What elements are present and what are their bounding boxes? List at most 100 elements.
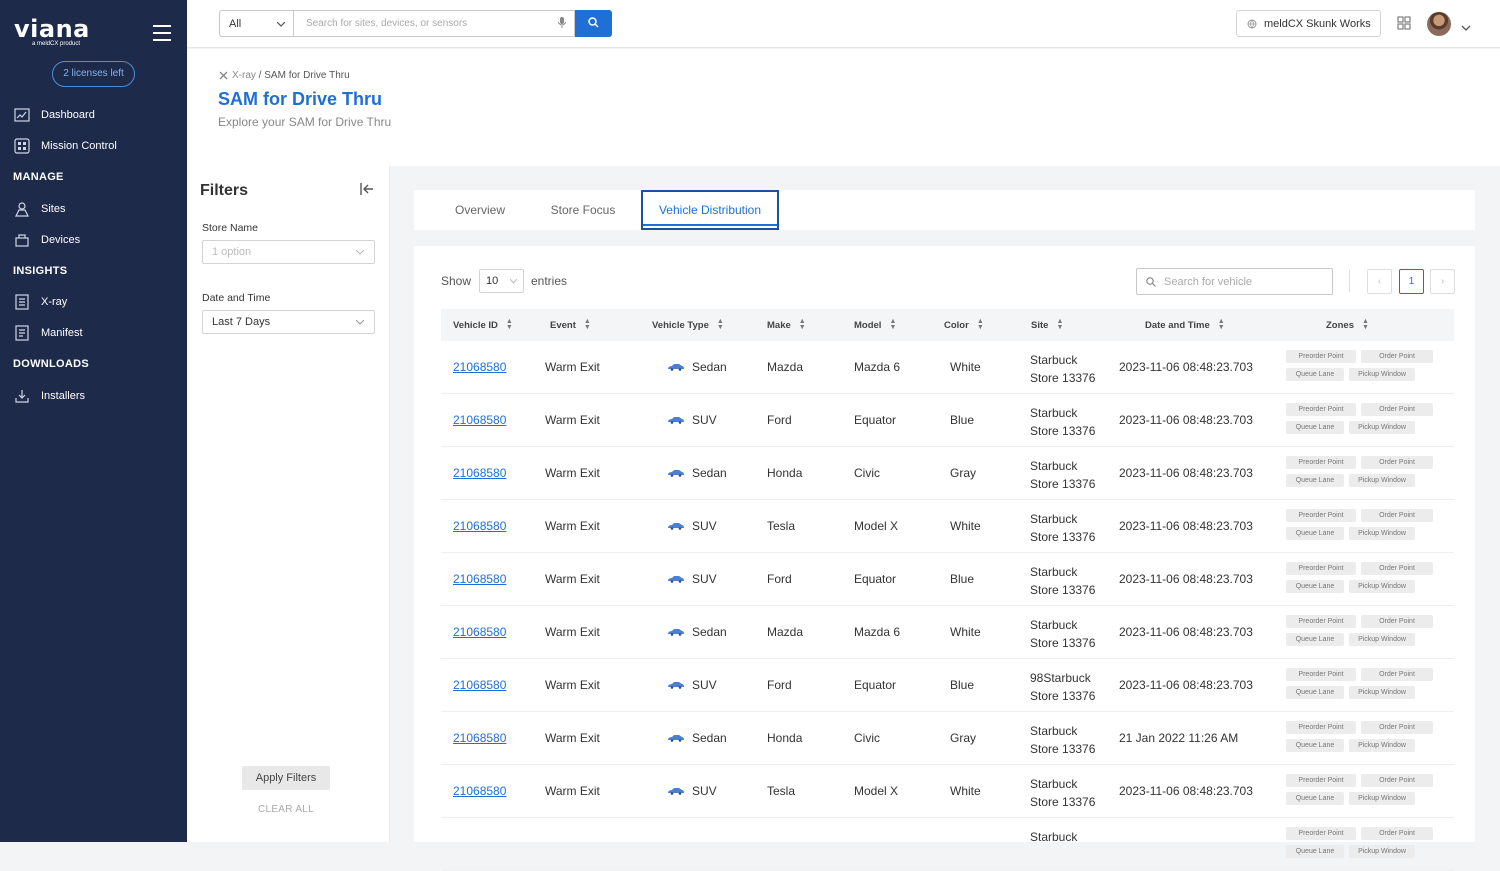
vehicle-type-label: Sedan [692,625,727,639]
nav-manifest[interactable]: Manifest [13,323,83,343]
nav-devices[interactable]: Devices [13,230,80,250]
nav-xray[interactable]: X-ray [13,292,67,312]
avatar[interactable] [1427,12,1451,36]
car-icon [667,681,685,689]
vehicle-id-link[interactable]: 21068580 [453,519,506,533]
zone-chip: Order Point [1361,562,1433,575]
apply-filters-button[interactable]: Apply Filters [242,766,330,790]
vehicle-id-link[interactable]: 21068580 [453,572,506,586]
sort-icon[interactable]: ▲ ▼ [584,318,591,331]
vehicle-search-input[interactable]: Search for vehicle [1136,268,1333,295]
breadcrumb-parent[interactable]: X-ray [232,70,256,81]
column-header[interactable]: Zones ▲ ▼ [1326,309,1369,341]
zone-chip: Preorder Point [1286,721,1356,734]
tab-store-focus[interactable]: Store Focus [542,190,624,230]
column-header[interactable]: Vehicle Type ▲ ▼ [652,309,724,341]
vehicle-type-label: SUV [692,519,717,533]
sort-icon[interactable]: ▲ ▼ [977,318,984,331]
sort-icon[interactable]: ▲ ▼ [889,318,896,331]
column-header[interactable]: Date and Time ▲ ▼ [1145,309,1225,341]
next-page-button[interactable]: › [1430,269,1455,294]
chevron-right-icon: › [1440,276,1445,287]
vehicle-id-link[interactable]: 21068580 [453,731,506,745]
nav-label: Devices [41,234,81,246]
clear-all-button[interactable]: CLEAR ALL [242,804,330,815]
sort-icon[interactable]: ▲ ▼ [799,318,806,331]
search-button[interactable] [575,10,612,37]
vehicle-id-link[interactable]: 21068580 [453,784,506,798]
org-switcher[interactable]: meldCX Skunk Works [1236,10,1381,37]
column-header[interactable]: Site ▲ ▼ [1031,309,1063,341]
column-header[interactable]: Model ▲ ▼ [854,309,896,341]
vehicle-id-link[interactable]: 21068580 [453,625,506,639]
viana-logo[interactable]: viana a meldCX product [14,17,90,47]
entries-label: entries [531,274,568,288]
scope-select[interactable]: All [219,10,293,37]
event-cell: Warm Exit [545,413,600,427]
zone-chip: Order Point [1361,456,1433,469]
sort-icon[interactable]: ▲ ▼ [1056,318,1063,331]
vehicle-id-link[interactable]: 21068580 [453,360,506,374]
licenses-badge[interactable]: 2 licenses left [52,61,135,87]
tab-overview[interactable]: Overview [440,190,520,230]
vehicle-type-cell: SUV [667,678,717,692]
nav-label: Manifest [41,327,83,339]
search-input[interactable]: Search for sites, devices, or sensors [293,10,575,37]
sort-icon[interactable]: ▲ ▼ [506,318,513,331]
vehicle-id-link[interactable]: 21068580 [453,678,506,692]
date-time-cell: 2023-11-06 08:48:23.703 [1119,678,1253,692]
vehicle-type-cell: SUV [667,413,717,427]
column-header[interactable]: Make ▲ ▼ [767,309,806,341]
sort-icon[interactable]: ▲ ▼ [717,318,724,331]
vehicle-id-link[interactable]: 21068580 [453,413,506,427]
vehicle-type-label: SUV [692,784,717,798]
zone-chip: Queue Lane [1286,792,1344,805]
column-header[interactable]: Color ▲ ▼ [944,309,984,341]
apps-grid-icon[interactable] [1397,16,1411,35]
color-cell: Blue [950,572,975,586]
chevron-down-icon[interactable] [1461,18,1471,36]
page-button-current[interactable]: 1 [1399,269,1424,294]
section-downloads: DOWNLOADS [13,358,90,370]
entries-select[interactable]: 10 [479,269,524,293]
sort-icon[interactable]: ▲ ▼ [1218,318,1225,331]
zone-chip: Queue Lane [1286,845,1344,858]
site-name-cell: Starbuck [1030,353,1078,367]
nav-sites[interactable]: Sites [13,199,65,219]
globe-icon [1247,19,1257,29]
installers-icon [13,388,31,404]
nav-dashboard[interactable]: Dashboard [13,105,95,125]
car-icon [667,363,685,371]
table-row: 21068580 Warm Exit SUV Tesla Model X White Sta… [441,500,1454,553]
zone-chip: Order Point [1361,509,1433,522]
store-name-select[interactable]: 1 option [202,240,375,264]
make-cell: Tesla [767,519,796,533]
zone-chip: Queue Lane [1286,421,1344,434]
vehicle-type-label: SUV [692,678,717,692]
site-name-cell: Starbuck [1030,459,1078,473]
menu-icon[interactable] [153,25,171,46]
nav-installers[interactable]: Installers [13,386,85,406]
vehicle-id-link[interactable]: 21068580 [453,466,506,480]
breadcrumb: X-ray / SAM for Drive Thru [219,70,350,81]
color-cell: White [950,625,981,639]
nav-mission-control[interactable]: Mission Control [13,136,117,156]
prev-page-button[interactable]: ‹ [1367,269,1392,294]
microphone-icon[interactable] [557,16,567,31]
date-time-select[interactable]: Last 7 Days [202,310,375,334]
site-name-cell: Starbuck [1030,406,1078,420]
table-row: 21068580 Warm Exit Sedan Mazda Mazda 6 White S… [441,606,1454,659]
site-name-cell: Starbuck [1030,565,1078,579]
column-header[interactable]: Event ▲ ▼ [550,309,591,341]
sort-icon[interactable]: ▲ ▼ [1362,318,1369,331]
zone-chip: Preorder Point [1286,403,1356,416]
site-store-cell: Store 13376 [1030,689,1096,703]
event-cell: Warm Exit [545,678,600,692]
column-header[interactable]: Vehicle ID ▲ ▼ [453,309,513,341]
tab-vehicle-distribution[interactable]: Vehicle Distribution [641,190,779,230]
car-icon [667,469,685,477]
collapse-left-icon[interactable] [360,182,374,200]
vehicle-type-cell: Sedan [667,466,727,480]
zone-chip: Order Point [1361,774,1433,787]
page-subtitle: Explore your SAM for Drive Thru [218,115,392,129]
